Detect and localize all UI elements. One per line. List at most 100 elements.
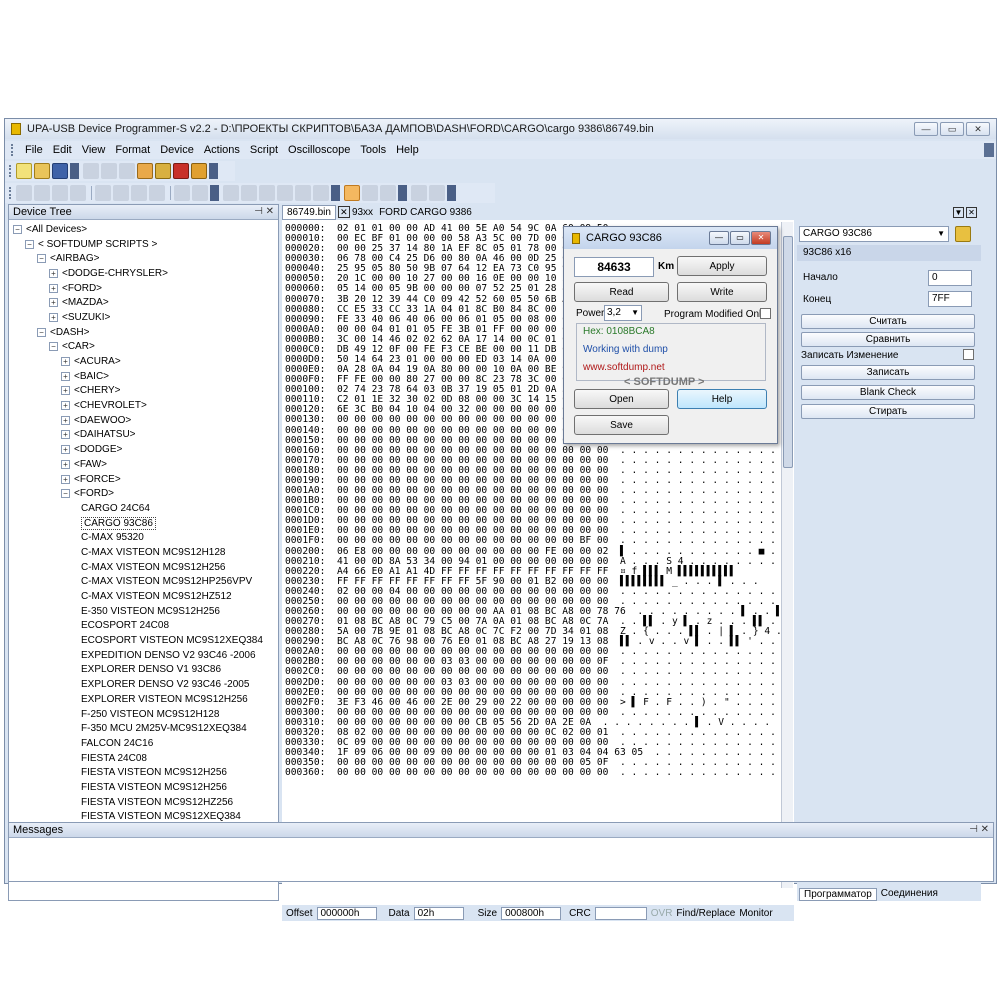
- paste-icon[interactable]: [119, 163, 135, 179]
- tree-node[interactable]: + <FORCE>: [9, 472, 278, 487]
- title-bar[interactable]: UPA-USB Device Programmer-S v2.2 - D:\ПР…: [5, 119, 996, 139]
- device-select[interactable]: CARGO 93C86 ▼: [799, 226, 949, 242]
- align-right-icon[interactable]: [259, 185, 275, 201]
- last-icon[interactable]: [149, 185, 165, 201]
- menu-tools[interactable]: Tools: [355, 144, 391, 156]
- tree-node[interactable]: + <CHEVROLET>: [9, 398, 278, 413]
- save-button[interactable]: Save: [574, 415, 669, 435]
- tree-node[interactable]: EXPEDITION DENSO V2 93C46 -2006: [9, 648, 278, 663]
- tree-node[interactable]: + <MAZDA>: [9, 295, 278, 310]
- zoom-out-icon[interactable]: [192, 185, 208, 201]
- open-button[interactable]: Open: [574, 389, 669, 409]
- align-center-icon[interactable]: [241, 185, 257, 201]
- play-icon[interactable]: [411, 185, 427, 201]
- menu-script[interactable]: Script: [245, 144, 283, 156]
- size-field[interactable]: 000800h: [501, 906, 562, 920]
- crc-field[interactable]: [594, 906, 647, 920]
- tree-node[interactable]: − <CAR>: [9, 340, 278, 355]
- tree-node[interactable]: CARGO 93C86: [9, 516, 278, 531]
- tree-node[interactable]: ECOSPORT VISTEON MC9S12XEQ384: [9, 633, 278, 648]
- tree-node[interactable]: FIESTA VISTEON MC9S12H256: [9, 765, 278, 780]
- find-replace-link[interactable]: Find/Replace: [676, 908, 735, 919]
- tree-node[interactable]: FIESTA VISTEON MC9S12HZ256: [9, 795, 278, 810]
- tree-node[interactable]: EXPLORER DENSO V2 93C46 -2005: [9, 677, 278, 692]
- dialog-title-bar[interactable]: CARGO 93C86 — ▭ ✕: [564, 227, 777, 249]
- align-left-icon[interactable]: [223, 185, 239, 201]
- panel-dropdown-icon[interactable]: ▼: [953, 206, 964, 218]
- tree-node[interactable]: C-MAX VISTEON MC9S12H128: [9, 545, 278, 560]
- collapse-icon[interactable]: −: [25, 239, 34, 249]
- tree-node[interactable]: CARGO 24C64: [9, 501, 278, 516]
- dialog-maximize-button[interactable]: ▭: [730, 231, 750, 245]
- open-script-icon[interactable]: [955, 226, 971, 242]
- tab-93xx[interactable]: 93xx: [352, 207, 373, 218]
- tree-node[interactable]: C-MAX VISTEON MC9S12H256: [9, 560, 278, 575]
- fill-icon[interactable]: [380, 185, 396, 201]
- bug-icon[interactable]: [173, 163, 189, 179]
- toolbar-grip[interactable]: [9, 187, 12, 199]
- tab-connections[interactable]: Соединения: [877, 888, 942, 901]
- expand-icon[interactable]: +: [61, 474, 70, 484]
- tree-node[interactable]: + <CHERY>: [9, 384, 278, 399]
- tree-node[interactable]: FIESTA 24C08: [9, 751, 278, 766]
- end-address-input[interactable]: 7FF: [928, 291, 972, 307]
- expand-icon[interactable]: +: [61, 401, 70, 411]
- stop-icon[interactable]: [429, 185, 445, 201]
- collapse-icon[interactable]: −: [37, 254, 46, 264]
- toolbar-overflow-icon[interactable]: [447, 185, 456, 201]
- data-field[interactable]: 02h: [413, 906, 464, 920]
- first-icon[interactable]: [95, 185, 111, 201]
- panel-pin-close-icons[interactable]: ⊣ ✕: [969, 824, 989, 835]
- tree-node[interactable]: + <DODGE>: [9, 442, 278, 457]
- new-file-icon[interactable]: [16, 163, 32, 179]
- list-icon[interactable]: [277, 185, 293, 201]
- expand-icon[interactable]: +: [49, 283, 58, 293]
- write-chip-button[interactable]: Записать: [801, 365, 975, 380]
- tree-node[interactable]: + <DODGE-CHRYSLER>: [9, 266, 278, 281]
- delete-icon[interactable]: [52, 185, 68, 201]
- expand-icon[interactable]: +: [61, 415, 70, 425]
- start-address-input[interactable]: 0: [928, 270, 972, 286]
- tree-node[interactable]: F-350 MCU 2M25V-MC9S12XEQ384: [9, 721, 278, 736]
- offset-field[interactable]: 000000h: [316, 906, 377, 920]
- km-input[interactable]: 84633: [574, 257, 654, 277]
- tab-ford-cargo[interactable]: FORD CARGO 9386: [379, 207, 472, 218]
- tree-node[interactable]: F-250 VISTEON MC9S12H128: [9, 707, 278, 722]
- tree-node[interactable]: − < SOFTDUMP SCRIPTS >: [9, 237, 278, 252]
- tree-node[interactable]: + <SUZUKI>: [9, 310, 278, 325]
- menu-format[interactable]: Format: [110, 144, 155, 156]
- tree-node[interactable]: − <DASH>: [9, 325, 278, 340]
- menu-edit[interactable]: Edit: [48, 144, 77, 156]
- copy-icon[interactable]: [101, 163, 117, 179]
- compare-button[interactable]: Сравнить: [801, 332, 975, 347]
- expand-icon[interactable]: +: [61, 445, 70, 455]
- toolbar-overflow-icon[interactable]: [398, 185, 407, 201]
- maximize-button[interactable]: ▭: [940, 122, 964, 136]
- expand-icon[interactable]: +: [61, 371, 70, 381]
- collapse-icon[interactable]: −: [61, 489, 70, 499]
- panel-close-icon[interactable]: ✕: [966, 206, 977, 218]
- collapse-icon[interactable]: −: [49, 342, 58, 352]
- tree-node[interactable]: − <FORD>: [9, 486, 278, 501]
- collapse-icon[interactable]: −: [37, 327, 46, 337]
- cut-icon[interactable]: [83, 163, 99, 179]
- blank-check-button[interactable]: Blank Check: [801, 385, 975, 400]
- open-folder-icon[interactable]: [34, 163, 50, 179]
- menu-grip[interactable]: [11, 144, 14, 156]
- tree-node[interactable]: − <AIRBAG>: [9, 251, 278, 266]
- device-icon[interactable]: [155, 163, 171, 179]
- expand-icon[interactable]: +: [49, 268, 58, 278]
- tree-node[interactable]: + <DAIHATSU>: [9, 428, 278, 443]
- tree-node[interactable]: + <DAEWOO>: [9, 413, 278, 428]
- monitor-link[interactable]: Monitor: [739, 908, 772, 919]
- expand-icon[interactable]: +: [61, 357, 70, 367]
- hex-row[interactable]: 000360: 00 00 00 00 00 00 00 00 00 00 00…: [285, 768, 782, 778]
- redo-icon[interactable]: [34, 185, 50, 201]
- write-change-checkbox[interactable]: [963, 349, 974, 360]
- tree-node[interactable]: EXPLORER VISTEON MC9S12H256: [9, 692, 278, 707]
- expand-icon[interactable]: +: [61, 459, 70, 469]
- sigma-icon[interactable]: [191, 163, 207, 179]
- save-icon[interactable]: [52, 163, 68, 179]
- menu-device[interactable]: Device: [155, 144, 199, 156]
- close-tab-icon[interactable]: ✕: [337, 206, 350, 218]
